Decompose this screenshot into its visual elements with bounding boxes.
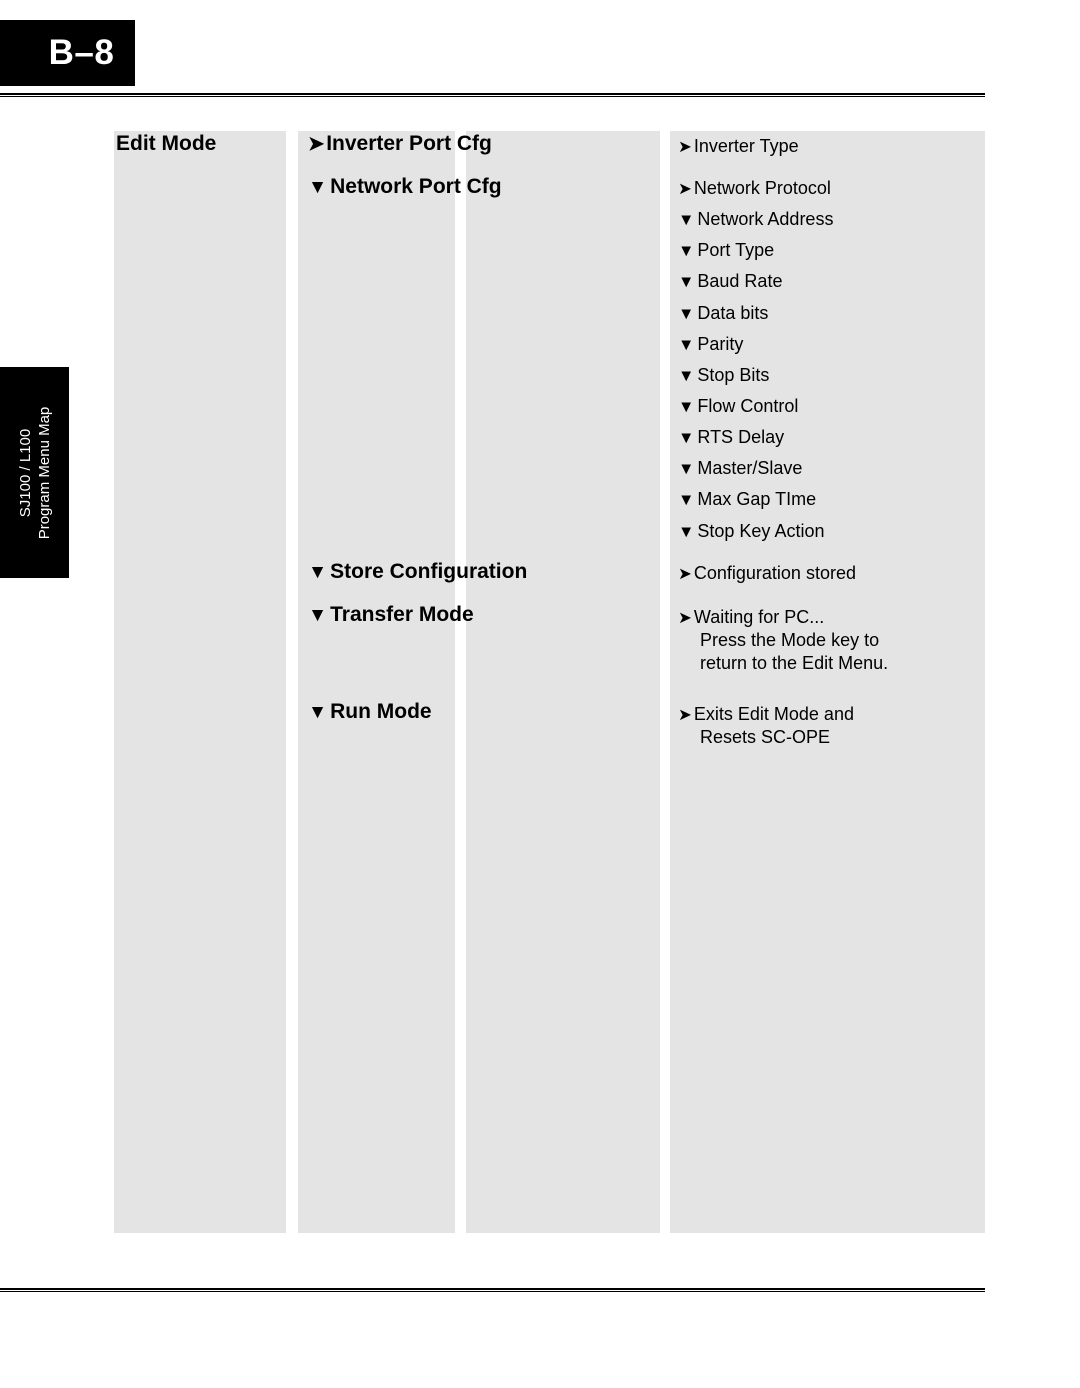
menu-item-edit-mode[interactable]: Edit Mode: [116, 131, 216, 157]
arrow-down-icon: ▼: [308, 605, 328, 626]
menu-item-note-line-1: Press the Mode key to: [700, 630, 880, 650]
menu-item-label: Flow Control: [697, 396, 799, 416]
arrow-down-icon: ▼: [678, 459, 695, 478]
arrow-right-icon: ➤: [678, 137, 692, 156]
menu-item-store-configuration[interactable]: ▼ Store Configuration: [308, 559, 527, 586]
arrow-down-icon: ▼: [308, 562, 328, 583]
menu-item-waiting-for-pc[interactable]: ➤ Waiting for PC... Press the Mode key to…: [678, 606, 888, 675]
menu-column-2: [298, 131, 455, 1233]
menu-item-label: Network Protocol: [693, 178, 831, 198]
menu-item-label: Network Port Cfg: [330, 175, 502, 198]
menu-column-1: [114, 131, 286, 1233]
menu-item-note-line-2: return to the Edit Menu.: [700, 653, 889, 673]
menu-item-label: Inverter Type: [693, 136, 799, 156]
menu-item-run-mode[interactable]: ▼ Run Mode: [308, 699, 432, 726]
menu-column-4: [670, 131, 985, 1233]
arrow-right-icon: ➤: [678, 564, 692, 583]
arrow-down-icon: ▼: [678, 428, 695, 447]
menu-item-label: Run Mode: [330, 700, 432, 723]
menu-item-configuration-stored[interactable]: ➤ Configuration stored: [678, 562, 856, 585]
menu-item-master-slave[interactable]: ▼ Master/Slave: [678, 457, 802, 480]
arrow-down-icon: ▼: [308, 702, 328, 723]
menu-item-max-gap-time[interactable]: ▼ Max Gap TIme: [678, 488, 816, 511]
menu-item-rts-delay[interactable]: ▼ RTS Delay: [678, 426, 784, 449]
arrow-down-icon: ▼: [678, 304, 695, 323]
menu-item-inverter-port-cfg[interactable]: ➤ Inverter Port Cfg: [308, 131, 492, 158]
menu-item-transfer-mode[interactable]: ▼ Transfer Mode: [308, 602, 474, 629]
menu-item-label: Store Configuration: [330, 560, 528, 583]
menu-item-label: Exits Edit Mode and: [693, 704, 854, 724]
arrow-down-icon: ▼: [678, 241, 695, 260]
menu-item-label: Port Type: [697, 240, 775, 260]
side-tab-line-1: SJ100 / L100: [16, 428, 34, 517]
page-number-tag: B–8: [0, 20, 135, 86]
section-side-tab-text: SJ100 / L100 Program Menu Map: [16, 367, 54, 578]
menu-item-label: Inverter Port Cfg: [326, 132, 492, 155]
arrow-right-icon: ➤: [678, 608, 692, 627]
menu-column-3: [466, 131, 660, 1233]
menu-item-baud-rate[interactable]: ▼ Baud Rate: [678, 270, 782, 293]
footer-rule: [0, 1288, 985, 1292]
arrow-down-icon: ▼: [678, 366, 695, 385]
menu-item-stop-bits[interactable]: ▼ Stop Bits: [678, 364, 769, 387]
header-rule: [0, 93, 985, 97]
arrow-right-icon: ➤: [678, 705, 692, 724]
menu-item-label: Transfer Mode: [330, 603, 474, 626]
menu-item-note-line-1: Resets SC-OPE: [700, 727, 831, 747]
side-tab-line-2: Program Menu Map: [35, 406, 53, 539]
menu-item-label: Configuration stored: [693, 563, 856, 583]
menu-item-port-type[interactable]: ▼ Port Type: [678, 239, 774, 262]
menu-item-network-address[interactable]: ▼ Network Address: [678, 208, 833, 231]
arrow-down-icon: ▼: [678, 210, 695, 229]
menu-item-stop-key-action[interactable]: ▼ Stop Key Action: [678, 520, 824, 543]
menu-item-label: Master/Slave: [697, 458, 803, 478]
menu-item-label: Baud Rate: [697, 271, 783, 291]
arrow-down-icon: ▼: [678, 335, 695, 354]
section-side-tab: SJ100 / L100 Program Menu Map: [0, 367, 69, 578]
menu-item-label: Edit Mode: [116, 132, 217, 155]
menu-item-flow-control[interactable]: ▼ Flow Control: [678, 395, 798, 418]
menu-item-label: Network Address: [697, 209, 834, 229]
arrow-down-icon: ▼: [678, 272, 695, 291]
arrow-right-icon: ➤: [308, 134, 324, 155]
menu-item-label: RTS Delay: [697, 427, 785, 447]
menu-item-label: Data bits: [697, 303, 769, 323]
menu-item-exits-edit-mode[interactable]: ➤ Exits Edit Mode and Resets SC-OPE: [678, 703, 854, 749]
arrow-down-icon: ▼: [678, 397, 695, 416]
menu-item-label: Waiting for PC...: [693, 607, 825, 627]
menu-item-label: Parity: [697, 334, 744, 354]
menu-item-label: Stop Bits: [697, 365, 770, 385]
menu-item-label: Stop Key Action: [697, 521, 825, 541]
menu-item-data-bits[interactable]: ▼ Data bits: [678, 302, 768, 325]
menu-item-network-protocol[interactable]: ➤ Network Protocol: [678, 177, 831, 200]
menu-item-label: Max Gap TIme: [697, 489, 817, 509]
arrow-right-icon: ➤: [678, 179, 692, 198]
arrow-down-icon: ▼: [308, 177, 328, 198]
arrow-down-icon: ▼: [678, 522, 695, 541]
menu-item-inverter-type[interactable]: ➤ Inverter Type: [678, 135, 799, 158]
menu-item-parity[interactable]: ▼ Parity: [678, 333, 743, 356]
arrow-down-icon: ▼: [678, 490, 695, 509]
menu-item-network-port-cfg[interactable]: ▼ Network Port Cfg: [308, 174, 502, 201]
